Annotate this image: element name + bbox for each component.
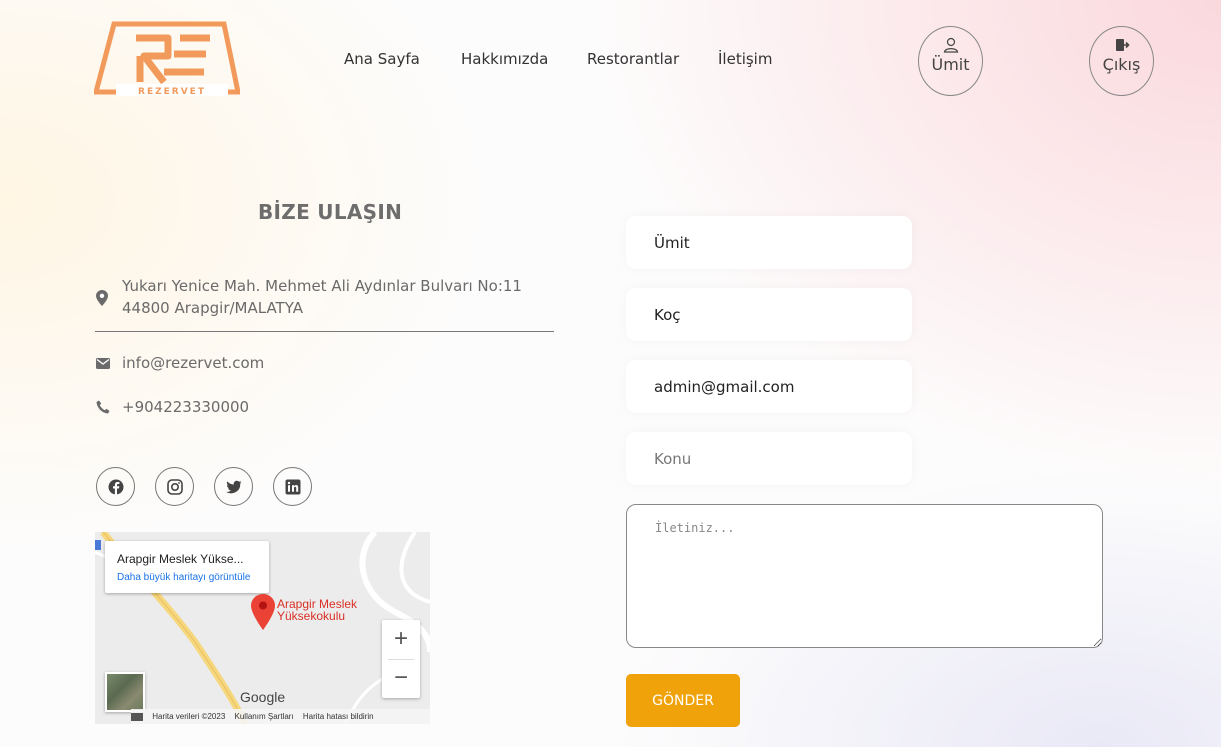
nav-about[interactable]: Hakkımızda — [461, 50, 548, 68]
logout-button[interactable]: Çıkış — [1089, 26, 1154, 96]
satellite-toggle[interactable] — [105, 672, 145, 712]
zoom-out-button[interactable]: − — [382, 659, 420, 698]
map-data-credit: Harita verileri ©2023 — [152, 712, 226, 721]
submit-button[interactable]: GÖNDER — [626, 674, 740, 727]
twitter-icon — [226, 480, 242, 494]
zoom-separator — [388, 659, 414, 660]
facebook-link[interactable] — [96, 467, 135, 506]
instagram-icon — [167, 479, 183, 495]
logout-button-label: Çıkış — [1102, 55, 1141, 74]
pin-label-line-2: Yüksekokulu — [277, 609, 346, 623]
logo-text: REZERVET — [138, 87, 206, 97]
contact-title: BİZE ULAŞIN — [258, 200, 403, 224]
instagram-link[interactable] — [155, 467, 194, 506]
user-button[interactable]: Ümit — [918, 26, 983, 96]
map-pin-label: Arapgir Meslek Yüksekokulu — [277, 598, 357, 622]
zoom-in-button[interactable]: + — [382, 620, 420, 659]
map-terms-link[interactable]: Kullanım Şartları — [235, 712, 294, 721]
contact-phone[interactable]: +904223330000 — [122, 398, 249, 416]
logout-icon — [1115, 39, 1130, 51]
map-marker-edge — [95, 540, 101, 550]
map-info-card: Arapgir Meslek Yükse... Daha büyük harit… — [105, 541, 269, 593]
linkedin-link[interactable] — [273, 467, 312, 506]
user-button-label: Ümit — [931, 55, 970, 74]
map-zoom-controls: + − — [382, 620, 420, 698]
nav-restaurants[interactable]: Restorantlar — [587, 50, 679, 68]
phone-icon — [96, 400, 110, 414]
map-place-name: Arapgir Meslek Yükse... — [117, 552, 244, 566]
subject-field[interactable] — [626, 432, 912, 485]
map-footer: Harita verileri ©2023 Kullanım Şartları … — [131, 709, 430, 724]
linkedin-icon — [285, 479, 301, 495]
message-field[interactable] — [626, 504, 1103, 648]
map-pin-icon[interactable] — [251, 594, 275, 630]
last-name-field[interactable] — [626, 288, 912, 341]
user-icon — [943, 37, 958, 53]
first-name-field[interactable] — [626, 216, 912, 269]
twitter-link[interactable] — [214, 467, 253, 506]
mail-icon — [96, 358, 110, 369]
address-line-1: Yukarı Yenice Mah. Mehmet Ali Aydınlar B… — [122, 277, 522, 295]
nav-contact[interactable]: İletişim — [718, 50, 772, 68]
location-icon — [96, 290, 108, 306]
address: Yukarı Yenice Mah. Mehmet Ali Aydınlar B… — [122, 275, 522, 319]
map-report-link[interactable]: Harita hatası bildirin — [303, 712, 374, 721]
logo[interactable]: REZERVET — [92, 20, 242, 98]
google-map[interactable]: Arapgir Meslek Yükse... Daha büyük harit… — [95, 532, 430, 724]
facebook-icon — [108, 479, 124, 495]
address-line-2: 44800 Arapgir/MALATYA — [122, 299, 303, 317]
larger-map-link[interactable]: Daha büyük haritayı görüntüle — [117, 572, 250, 583]
google-logo: Google — [240, 689, 286, 705]
divider — [95, 331, 554, 332]
nav-home[interactable]: Ana Sayfa — [344, 50, 420, 68]
keyboard-icon[interactable] — [131, 712, 143, 721]
logo-graphic: REZERVET — [92, 21, 242, 97]
contact-email[interactable]: info@rezervet.com — [122, 354, 264, 372]
email-field[interactable] — [626, 360, 912, 413]
